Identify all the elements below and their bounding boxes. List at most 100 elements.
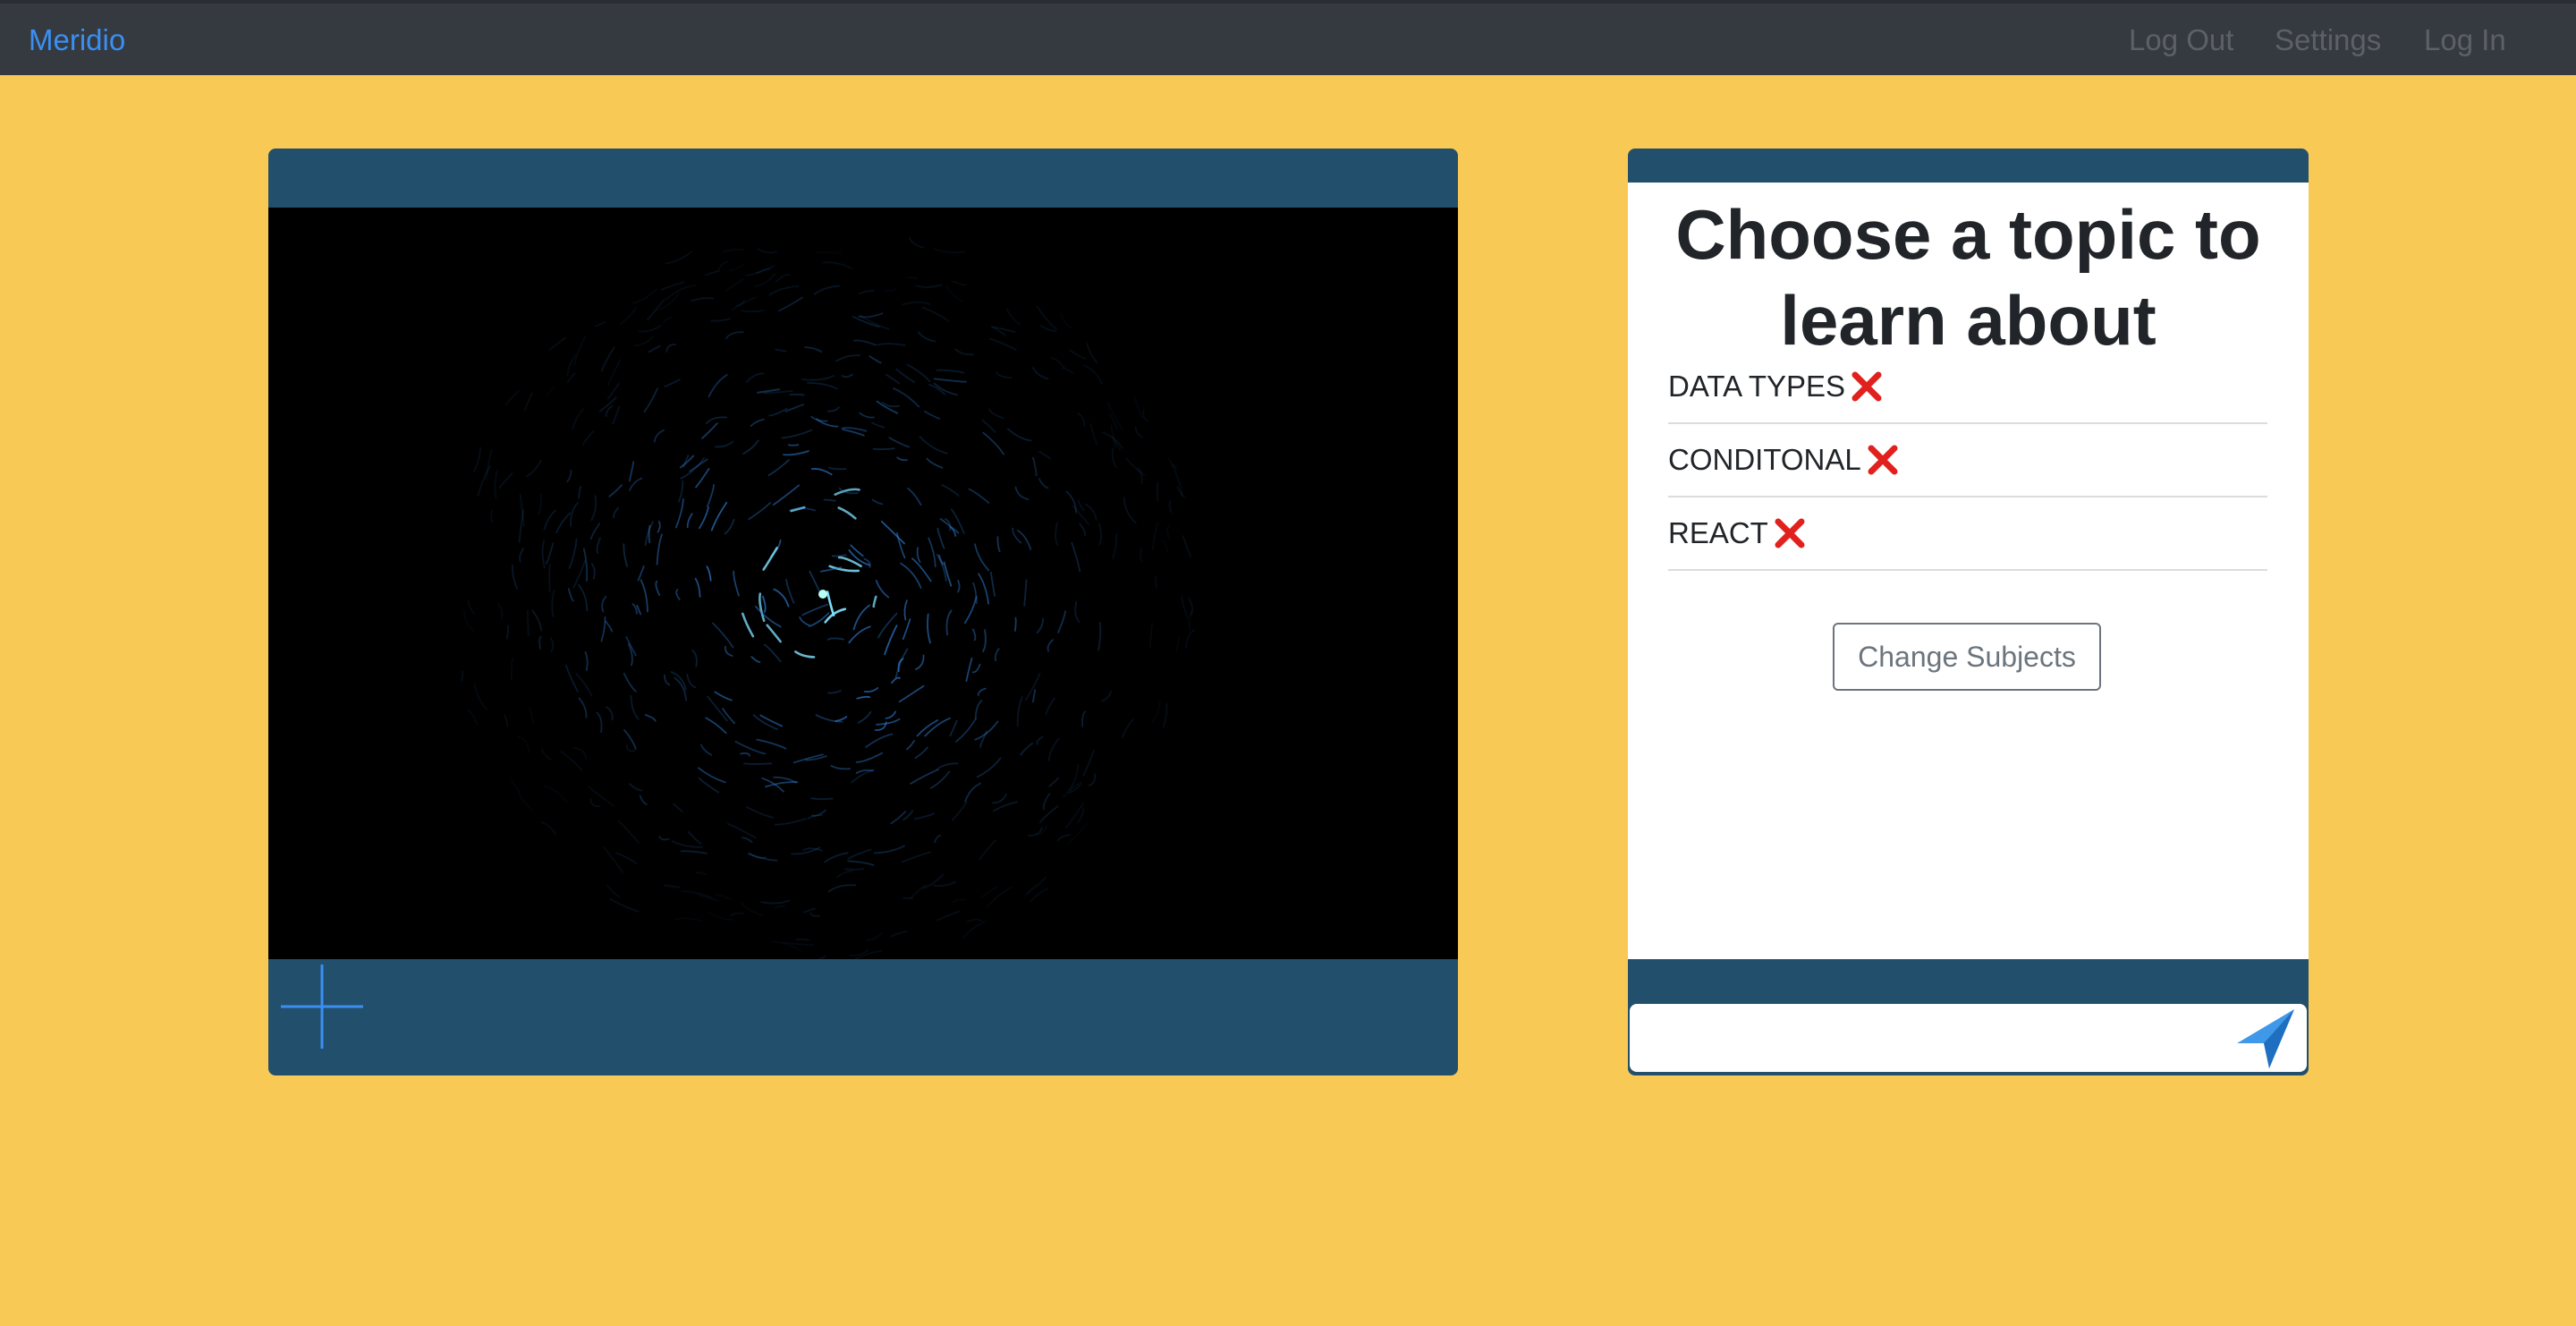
particle-streak xyxy=(578,583,589,612)
particle-streak xyxy=(640,579,648,613)
particle-streak xyxy=(538,635,542,650)
particle-streak xyxy=(978,573,989,605)
particle-streak xyxy=(517,735,530,753)
particle-streak xyxy=(675,588,681,600)
particle-streak xyxy=(989,337,1017,351)
log-out-link[interactable]: Log Out xyxy=(2129,23,2233,57)
log-in-link[interactable]: Log In xyxy=(2424,23,2506,57)
particle-streak xyxy=(742,439,759,455)
particle-streak xyxy=(1036,735,1044,745)
particle-streak xyxy=(902,851,931,863)
settings-link[interactable]: Settings xyxy=(2275,23,2381,57)
particle-streak xyxy=(785,578,795,604)
particle-streak xyxy=(686,513,693,529)
particle-streak xyxy=(809,912,820,917)
particle-streak xyxy=(698,777,720,794)
particle-streak xyxy=(910,769,939,785)
x-icon[interactable] xyxy=(1867,444,1899,476)
particle-streak xyxy=(871,421,886,429)
particle-streak xyxy=(953,898,967,904)
particle-streak xyxy=(694,577,701,598)
particle-streak xyxy=(714,440,733,448)
change-subjects-button[interactable]: Change Subjects xyxy=(1833,623,2101,691)
particle-streak xyxy=(1077,412,1086,427)
particle-streak xyxy=(875,579,890,599)
particle-streak xyxy=(1188,610,1193,632)
particle-streak xyxy=(606,706,614,721)
particle-streak xyxy=(1151,701,1161,722)
particle-streak xyxy=(590,563,596,580)
particle-streak xyxy=(725,331,744,340)
particle-streak xyxy=(1134,426,1144,438)
particle-streak xyxy=(807,381,838,390)
particle-streak xyxy=(1155,575,1158,589)
particle-streak xyxy=(754,273,776,287)
particle-streak xyxy=(504,714,509,727)
particle-streak xyxy=(809,570,822,596)
particle-streak xyxy=(957,579,961,593)
particle-streak xyxy=(615,852,638,864)
particle-streak xyxy=(466,709,479,726)
particle-streak xyxy=(759,714,784,727)
particle-streak xyxy=(1156,481,1159,502)
particle-streak xyxy=(1012,527,1022,544)
particle-streak xyxy=(538,493,542,515)
particle-streak xyxy=(596,711,603,734)
particle-streak xyxy=(1132,395,1143,419)
particle-streak xyxy=(980,886,998,899)
particle-streak xyxy=(467,599,476,615)
particle-streak xyxy=(893,387,920,408)
particle-streak xyxy=(705,269,720,276)
particle-streak xyxy=(1057,610,1066,633)
particle-streak xyxy=(608,484,623,497)
particle-streak xyxy=(976,757,1002,778)
particle-streak xyxy=(700,744,713,756)
particle-streak xyxy=(936,527,945,549)
particle-streak xyxy=(570,502,579,527)
paper-plane-icon[interactable] xyxy=(2233,1007,2298,1070)
particle-streak xyxy=(853,339,877,346)
particle-streak xyxy=(830,765,852,770)
plus-icon[interactable] xyxy=(277,963,367,1052)
x-icon[interactable] xyxy=(1774,517,1806,549)
particle-streak xyxy=(963,596,978,625)
particle-streak xyxy=(856,695,871,700)
video-stage[interactable] xyxy=(268,208,1458,959)
particle-streak xyxy=(578,485,582,499)
particle-streak xyxy=(729,264,744,272)
particle-streak xyxy=(1032,456,1038,477)
particle-streak xyxy=(894,648,909,679)
particle-streak xyxy=(473,683,487,710)
particle-streak xyxy=(1185,629,1196,649)
particle-streak xyxy=(663,884,681,888)
particle-streak xyxy=(762,547,778,571)
particle-streak xyxy=(460,670,464,682)
particle-streak xyxy=(915,284,943,288)
brand-link[interactable]: Meridio xyxy=(29,23,125,57)
message-input[interactable] xyxy=(1630,1004,2220,1072)
particle-streak xyxy=(801,375,835,381)
particle-streak xyxy=(741,837,753,843)
particle-streak xyxy=(1097,523,1103,546)
particle-streak xyxy=(1062,367,1074,374)
particle-streak xyxy=(804,346,823,353)
particle-streak xyxy=(971,628,977,642)
x-icon[interactable] xyxy=(1851,370,1883,403)
particle-streak xyxy=(851,769,875,784)
particle-streak xyxy=(655,580,661,596)
particle-streak xyxy=(485,449,493,480)
center-glow xyxy=(818,590,827,599)
particle-streak xyxy=(994,648,1000,662)
particle-streak xyxy=(1163,702,1168,728)
particle-streak xyxy=(1085,503,1097,521)
particle-streak xyxy=(708,374,728,398)
particle-streak xyxy=(665,284,696,301)
particle-streak xyxy=(988,408,1004,420)
particle-streak xyxy=(1064,802,1084,829)
particle-streak xyxy=(633,336,655,347)
particle-streak xyxy=(750,419,765,427)
particle-streak xyxy=(932,881,956,887)
particle-streak xyxy=(545,542,555,565)
particle-streak xyxy=(1074,600,1080,624)
particle-streak xyxy=(1139,548,1143,563)
